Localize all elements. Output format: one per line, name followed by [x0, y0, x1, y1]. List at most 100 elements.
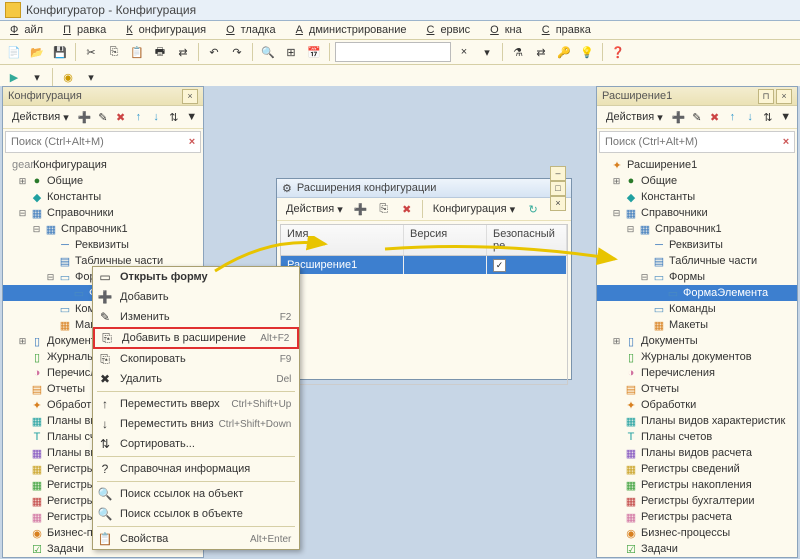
expand-icon[interactable]: ⊟ [611, 208, 622, 219]
config-dropdown[interactable]: Конфигурация▾ [428, 201, 520, 218]
ctx-item[interactable]: ?Справочная информация [93, 459, 299, 479]
close-icon[interactable]: × [182, 89, 198, 104]
expand-icon[interactable] [17, 192, 28, 203]
expand-icon[interactable] [611, 416, 622, 427]
sort-icon[interactable]: ⇅ [167, 107, 182, 127]
calendar-icon[interactable]: 📅 [304, 42, 324, 62]
expand-icon[interactable] [17, 464, 28, 475]
expand-icon[interactable]: ⊟ [31, 224, 42, 235]
expand-icon[interactable] [611, 544, 622, 555]
expand-icon[interactable] [611, 528, 622, 539]
expand-icon[interactable] [639, 240, 650, 251]
add-icon[interactable]: ➕ [351, 199, 371, 219]
expand-icon[interactable] [45, 256, 56, 267]
clear-icon[interactable]: × [454, 42, 474, 62]
tree-item[interactable]: ⊟▦Справочник1 [597, 221, 797, 237]
tree-item[interactable]: ▯Журналы документов [597, 349, 797, 365]
expand-icon[interactable] [17, 432, 28, 443]
tree-item[interactable]: ✦Обработки [597, 397, 797, 413]
copy-icon[interactable]: ⎘ [374, 199, 394, 219]
expand-icon[interactable] [45, 304, 56, 315]
tree-item[interactable]: ⊞●Общие [597, 173, 797, 189]
menu-debug[interactable]: Отладка [220, 23, 288, 37]
tb-icon-4[interactable]: 💡 [577, 42, 597, 62]
menu-service[interactable]: Сервис [420, 23, 482, 37]
expand-icon[interactable] [17, 496, 28, 507]
col-version[interactable]: Версия [404, 225, 487, 255]
tree-item[interactable]: ▦Планы видов характеристик [597, 413, 797, 429]
search-down-icon[interactable]: ▾ [477, 42, 497, 62]
tree-item[interactable]: ⊟▦Справочники [597, 205, 797, 221]
tb-icon-1[interactable]: ⚗ [508, 42, 528, 62]
expand-icon[interactable] [45, 320, 56, 331]
menu-windows[interactable]: Окна [484, 23, 534, 37]
expand-icon[interactable] [611, 496, 622, 507]
db-dd-icon[interactable]: ▾ [81, 67, 101, 87]
tree-item[interactable]: ▦Регистры сведений [597, 461, 797, 477]
help-icon[interactable]: ❓ [608, 42, 628, 62]
expand-icon[interactable] [17, 416, 28, 427]
grid-row[interactable]: Расширение1 ✓ [281, 256, 567, 274]
expand-icon[interactable] [45, 240, 56, 251]
expand-icon[interactable] [611, 384, 622, 395]
ctx-item[interactable]: 🔍Поиск ссылок в объекте [93, 504, 299, 524]
tree-item[interactable]: ☑Задачи [597, 541, 797, 557]
undo-icon[interactable]: ↶ [204, 42, 224, 62]
debug-cfg-icon[interactable]: ▾ [27, 67, 47, 87]
tree-item[interactable]: ▦Планы видов расчета [597, 445, 797, 461]
db-icon[interactable]: ◉ [58, 67, 78, 87]
edit-icon[interactable]: ✎ [689, 107, 704, 127]
debug-start-icon[interactable]: ▶ [4, 67, 24, 87]
expand-icon[interactable]: ⊟ [45, 272, 56, 283]
tb-icon-2[interactable]: ⇄ [531, 42, 551, 62]
menu-help[interactable]: Справка [536, 23, 603, 37]
new-icon[interactable]: 📄 [4, 42, 24, 62]
tree-item[interactable]: gearКонфигурация [3, 157, 203, 173]
actions-dropdown[interactable]: Действия▾ [601, 109, 668, 126]
tree-item[interactable]: ▭ФормаЭлемента [597, 285, 797, 301]
expand-icon[interactable] [611, 400, 622, 411]
tree-item[interactable]: ⊟▭Формы [597, 269, 797, 285]
calc-icon[interactable]: ⊞ [281, 42, 301, 62]
compare-icon[interactable]: ⇄ [173, 42, 193, 62]
expand-icon[interactable] [17, 448, 28, 459]
expand-icon[interactable] [611, 464, 622, 475]
save-icon[interactable]: 💾 [50, 42, 70, 62]
expand-icon[interactable]: ⊞ [17, 176, 28, 187]
tb-icon-3[interactable]: 🔑 [554, 42, 574, 62]
expand-icon[interactable] [611, 448, 622, 459]
expand-icon[interactable]: ⊟ [17, 208, 28, 219]
up-icon[interactable]: ↑ [131, 107, 146, 127]
add-icon[interactable]: ➕ [671, 107, 687, 127]
menu-config[interactable]: Конфигурация [120, 23, 218, 37]
copy-icon[interactable]: ⎘ [104, 42, 124, 62]
search-input-toolbar[interactable] [335, 42, 451, 62]
tree-item[interactable]: ✦Расширение1 [597, 157, 797, 173]
tree-item[interactable]: ◆Константы [597, 189, 797, 205]
tree-item[interactable]: ─Реквизиты [597, 237, 797, 253]
dialog-head[interactable]: ⚙ Расширения конфигурации – □ × [277, 179, 571, 198]
tree-item[interactable]: ▤Табличные части [597, 253, 797, 269]
down-icon[interactable]: ↓ [743, 107, 758, 127]
add-icon[interactable]: ➕ [77, 107, 93, 127]
ctx-item[interactable]: ⎘Добавить в расширениеAlt+F2 [93, 327, 299, 349]
paste-icon[interactable]: 📋 [127, 42, 147, 62]
expand-icon[interactable]: ⊞ [17, 336, 28, 347]
tree-item[interactable]: ⊟▦Справочник1 [3, 221, 203, 237]
expand-icon[interactable] [17, 384, 28, 395]
ctx-item[interactable]: 🔍Поиск ссылок на объект [93, 484, 299, 504]
tree-item[interactable]: ◆Константы [3, 189, 203, 205]
redo-icon[interactable]: ↷ [227, 42, 247, 62]
ctx-item[interactable]: ↓Переместить внизCtrl+Shift+Down [93, 414, 299, 434]
ctx-item[interactable]: ▭Открыть форму [93, 267, 299, 287]
close-icon[interactable]: × [776, 89, 792, 104]
tree-item[interactable]: ▦Регистры накопления [597, 477, 797, 493]
tree-item[interactable]: ◉Бизнес-процессы [597, 525, 797, 541]
tree-item[interactable]: TПланы счетов [597, 429, 797, 445]
tree-item[interactable]: ⊞●Общие [3, 173, 203, 189]
expand-icon[interactable]: ⊞ [611, 176, 622, 187]
expand-icon[interactable]: ⊞ [611, 336, 622, 347]
expand-icon[interactable] [611, 432, 622, 443]
expand-icon[interactable] [17, 400, 28, 411]
delete-icon[interactable]: ✖ [707, 107, 722, 127]
